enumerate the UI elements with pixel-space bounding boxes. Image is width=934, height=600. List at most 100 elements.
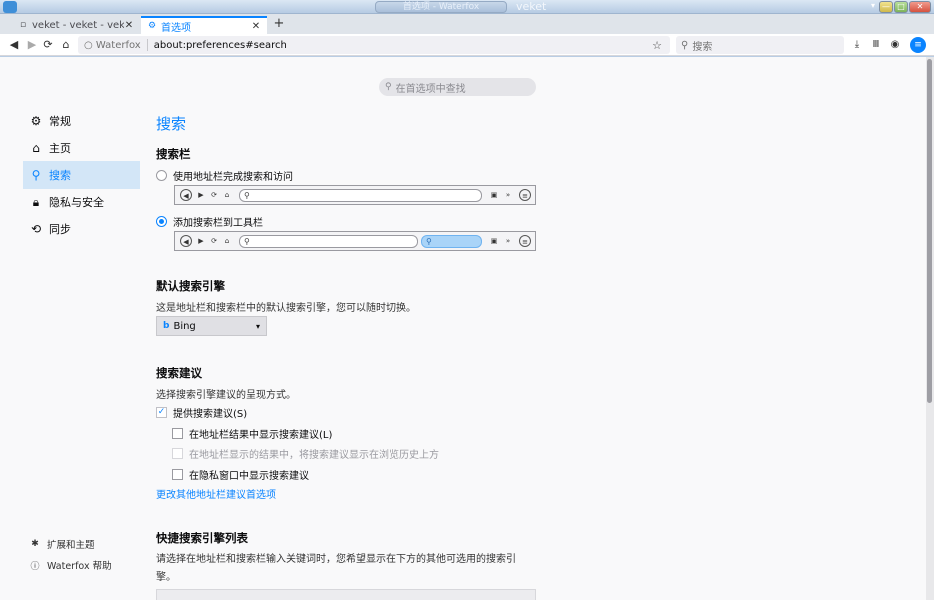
category-sync[interactable]: ⟲ 同步	[23, 215, 140, 243]
help-link[interactable]: ⓘ Waterfox 帮助	[29, 558, 112, 572]
footer-link-label: 扩展和主题	[47, 540, 95, 551]
category-label: 搜索	[49, 169, 71, 182]
new-tab-button[interactable]: +	[272, 16, 286, 32]
sidebar-icon: ▣	[490, 237, 498, 245]
tab-strip: ▫ veket - veket - vekete ✕ ⚙ 首选项 ✕	[0, 14, 934, 34]
maximize-button[interactable]: □	[894, 1, 908, 13]
bing-icon: b	[163, 321, 170, 331]
category-search[interactable]: ⚲ 搜索	[23, 161, 140, 189]
scrollbar-thumb[interactable]	[927, 59, 932, 403]
close-window-button[interactable]: ✕	[909, 1, 931, 13]
reload-button[interactable]: ⟳	[40, 37, 56, 53]
default-engine-heading: 默认搜索引擎	[156, 279, 225, 293]
footer-link-label: Waterfox 帮助	[47, 561, 112, 572]
minimize-button[interactable]: —	[879, 1, 893, 13]
option-label: 在隐私窗口中显示搜索建议	[189, 471, 309, 482]
category-privacy[interactable]: 🔒︎ 隐私与安全	[23, 188, 140, 216]
site-identity[interactable]: ○ Waterfox	[84, 40, 141, 51]
tab-close-icon[interactable]: ✕	[251, 21, 261, 32]
navigation-toolbar: ◀ ▶ ⟳ ⌂ ○ Waterfox about:preferences#sea…	[0, 34, 934, 56]
option-label: 使用地址栏完成搜索和访问	[173, 172, 293, 183]
suggestions-heading: 搜索建议	[156, 366, 202, 380]
forward-icon: ▶	[198, 191, 204, 199]
suggestions-description: 选择搜索引擎建议的呈现方式。	[156, 390, 296, 401]
urlbar-suggestions-link[interactable]: 更改其他地址栏建议首选项	[156, 486, 276, 501]
downloads-icon[interactable]: ⤓	[849, 37, 865, 53]
page-title: 搜索	[156, 115, 187, 133]
radio-toolbar[interactable]	[156, 216, 167, 227]
home-icon: ⌂	[224, 237, 230, 245]
gear-icon: ⚙	[30, 114, 42, 128]
back-button[interactable]: ◀	[6, 37, 22, 53]
tab-preferences[interactable]: ⚙ 首选项 ✕	[141, 16, 267, 34]
category-label: 同步	[49, 223, 71, 236]
tab-veket[interactable]: ▫ veket - veket - vekete ✕	[12, 16, 140, 34]
category-label: 常规	[49, 115, 71, 128]
checkbox[interactable]	[172, 469, 183, 480]
back-icon: ◀	[180, 189, 192, 201]
search-placeholder: 搜索	[692, 41, 713, 53]
search-icon: ⚲	[244, 237, 250, 246]
library-icon[interactable]: Ⅲ	[868, 37, 884, 53]
engine-value: Bing	[173, 320, 196, 332]
private-suggestions-checkbox[interactable]: 在隐私窗口中显示搜索建议	[172, 467, 309, 482]
one-click-heading: 快捷搜索引擎列表	[156, 531, 248, 545]
forward-button[interactable]: ▶	[24, 37, 40, 53]
one-click-description-line1: 请选择在地址栏和搜索栏输入关键词时，您希望显示在下方的其他可选用的搜索引	[156, 554, 516, 565]
option-label: 在地址栏结果中显示搜索建议(L)	[189, 430, 333, 441]
checkbox[interactable]	[172, 428, 183, 439]
sync-icon: ⟲	[30, 222, 42, 236]
find-in-preferences-input[interactable]: ⚲ 在首选项中查找	[379, 78, 536, 96]
url-bar[interactable]: ○ Waterfox about:preferences#search ☆	[78, 36, 670, 54]
category-home[interactable]: ⌂ 主页	[23, 134, 140, 162]
preview-urlbar: ⚲	[239, 189, 482, 202]
search-icon: ⚲	[385, 82, 392, 92]
page-favicon-icon: ▫	[19, 20, 27, 30]
provide-suggestions-checkbox[interactable]: ✓ 提供搜索建议(S)	[156, 405, 247, 420]
content-scrollbar[interactable]	[926, 57, 934, 600]
search-icon: ⚲	[244, 191, 250, 200]
find-placeholder: 在首选项中查找	[395, 83, 466, 95]
show-in-urlbar-checkbox[interactable]: 在地址栏结果中显示搜索建议(L)	[172, 426, 332, 441]
identity-label: Waterfox	[95, 39, 141, 51]
checkbox	[172, 448, 183, 459]
option-urlbar-search[interactable]: 使用地址栏完成搜索和访问	[156, 168, 293, 183]
urlbar-preview-illustration: ◀ ▶ ⟳ ⌂ ⚲ ▣ » ≡	[174, 185, 536, 205]
preview-searchbar: ⚲	[421, 235, 482, 248]
default-engine-description: 这是地址栏和搜索栏中的默认搜索引擎，您可以随时切换。	[156, 303, 416, 314]
radio-urlbar[interactable]	[156, 170, 167, 181]
above-history-checkbox: 在地址栏显示的结果中，将搜索建议显示在浏览历史上方	[172, 446, 439, 461]
tab-close-icon[interactable]: ✕	[124, 20, 134, 31]
account-icon[interactable]: ◉	[887, 37, 903, 53]
bookmark-star-icon[interactable]: ☆	[650, 39, 664, 52]
window-app-name: veket	[516, 0, 547, 13]
chevron-down-icon: ▾	[255, 321, 260, 331]
window-menu-button[interactable]: ▾	[868, 1, 878, 13]
reload-icon: ⟳	[211, 237, 217, 245]
option-toolbar-search[interactable]: 添加搜索栏到工具栏	[156, 214, 263, 229]
reload-icon: ⟳	[211, 191, 217, 199]
sidebar-icon: ▣	[490, 191, 498, 199]
addons-link[interactable]: ✱ 扩展和主题	[29, 537, 95, 551]
default-engine-select[interactable]: b Bing ▾	[156, 316, 267, 336]
tab-label: 首选项	[161, 22, 191, 34]
category-general[interactable]: ⚙ 常规	[23, 107, 140, 135]
app-menu-button[interactable]: ≡	[910, 37, 926, 53]
one-click-description-line2: 擎。	[156, 572, 176, 583]
option-label: 提供搜索建议(S)	[173, 409, 248, 420]
home-button[interactable]: ⌂	[58, 37, 74, 53]
search-icon: ⚲	[426, 237, 432, 246]
toolbar-preview-illustration: ◀ ▶ ⟳ ⌂ ⚲ ⚲ ▣ » ≡	[174, 231, 536, 251]
url-text[interactable]: about:preferences#search	[154, 40, 650, 51]
preferences-content: ⚲ 在首选项中查找 ⚙ 常规 ⌂ 主页 ⚲ 搜索 🔒︎ 隐私与安全 ⟲ 同步 ✱…	[0, 57, 934, 600]
search-icon: ⚲	[681, 39, 689, 51]
menu-icon: ≡	[519, 189, 531, 201]
window-title: 首选项 - Waterfox	[375, 1, 507, 13]
checkbox[interactable]: ✓	[156, 407, 167, 418]
menu-icon: ≡	[519, 235, 531, 247]
puzzle-icon: ✱	[31, 539, 39, 549]
toolbar-search-input[interactable]: ⚲ 搜索	[676, 36, 844, 54]
overflow-icon: »	[505, 191, 511, 199]
forward-icon: ▶	[198, 237, 204, 245]
help-icon: ⓘ	[30, 561, 40, 572]
